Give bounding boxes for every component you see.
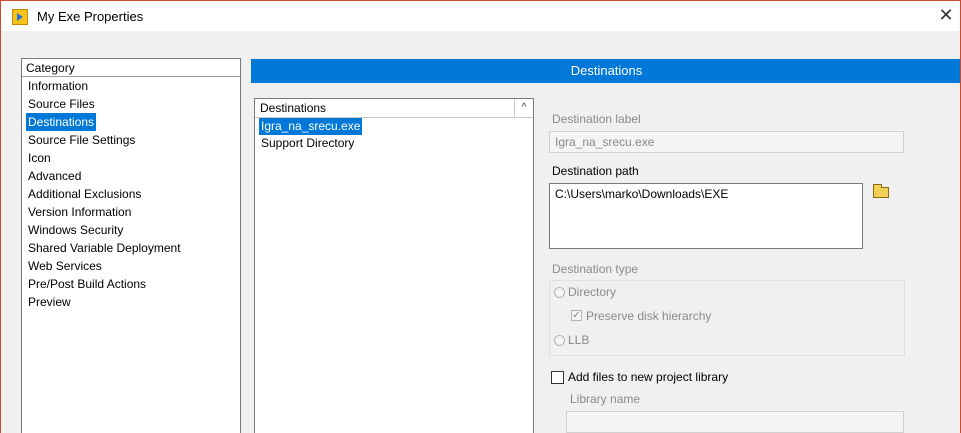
list-item: Windows Security bbox=[22, 221, 240, 239]
destinations-list[interactable]: Destinations ^ Igra_na_srecu.exe Support … bbox=[254, 98, 534, 433]
destination-path-caption: Destination path bbox=[552, 164, 639, 178]
category-item-preview[interactable]: Preview bbox=[26, 293, 240, 311]
category-list[interactable]: Category Information Source Files Destinat… bbox=[21, 58, 241, 433]
category-items: Information Source Files Destinations Sourc… bbox=[22, 77, 240, 311]
library-name-field[interactable] bbox=[566, 411, 904, 433]
add-files-label: Add files to new project library bbox=[568, 370, 729, 384]
close-button[interactable]: ✕ bbox=[934, 5, 958, 27]
category-header: Category bbox=[22, 59, 240, 77]
category-item-icon[interactable]: Icon bbox=[26, 149, 240, 167]
list-item: Destinations bbox=[22, 113, 240, 131]
radio-llb-label: LLB bbox=[568, 333, 590, 347]
list-item: Source Files bbox=[22, 95, 240, 113]
app-icon bbox=[12, 9, 28, 25]
list-item: Icon bbox=[22, 149, 240, 167]
title-bar: My Exe Properties ✕ bbox=[1, 1, 960, 31]
list-item: Igra_na_srecu.exe bbox=[255, 118, 533, 135]
destination-item-igra-na-srecu-exe[interactable]: Igra_na_srecu.exe bbox=[259, 118, 363, 135]
radio-directory[interactable] bbox=[554, 287, 565, 298]
category-item-source-file-settings[interactable]: Source File Settings bbox=[26, 131, 240, 149]
destinations-items: Igra_na_srecu.exe Support Directory bbox=[255, 118, 533, 152]
section-title-bar: Destinations bbox=[251, 59, 960, 83]
destination-label-field[interactable]: Igra_na_srecu.exe bbox=[549, 131, 904, 153]
destination-path-field[interactable]: C:\Users\marko\Downloads\EXE bbox=[549, 183, 863, 249]
list-item: Preview bbox=[22, 293, 240, 311]
category-item-advanced[interactable]: Advanced bbox=[26, 167, 240, 185]
destination-item-support-directory[interactable]: Support Directory bbox=[259, 135, 533, 152]
window-title: My Exe Properties bbox=[37, 9, 144, 24]
category-item-windows-security[interactable]: Windows Security bbox=[26, 221, 240, 239]
list-item: Additional Exclusions bbox=[22, 185, 240, 203]
destinations-list-header: Destinations bbox=[255, 99, 515, 118]
list-item: Support Directory bbox=[255, 135, 533, 152]
list-item: Advanced bbox=[22, 167, 240, 185]
radio-directory-label: Directory bbox=[568, 285, 617, 299]
radio-llb[interactable] bbox=[554, 335, 565, 346]
list-item: Version Information bbox=[22, 203, 240, 221]
category-item-additional-exclusions[interactable]: Additional Exclusions bbox=[26, 185, 240, 203]
properties-window: My Exe Properties ✕ Category Information… bbox=[0, 0, 961, 433]
category-item-source-files[interactable]: Source Files bbox=[26, 95, 240, 113]
category-item-information[interactable]: Information bbox=[26, 77, 240, 95]
browse-folder-button[interactable] bbox=[867, 183, 895, 203]
category-item-version-information[interactable]: Version Information bbox=[26, 203, 240, 221]
library-name-caption: Library name bbox=[570, 392, 641, 406]
list-item: Shared Variable Deployment bbox=[22, 239, 240, 257]
destination-label-caption: Destination label bbox=[552, 112, 641, 126]
scroll-up-button[interactable]: ^ bbox=[514, 99, 533, 118]
list-item: Pre/Post Build Actions bbox=[22, 275, 240, 293]
destination-type-caption: Destination type bbox=[552, 262, 639, 276]
category-item-web-services[interactable]: Web Services bbox=[26, 257, 240, 275]
list-item: Web Services bbox=[22, 257, 240, 275]
list-item: Source File Settings bbox=[22, 131, 240, 149]
category-item-shared-variable-deployment[interactable]: Shared Variable Deployment bbox=[26, 239, 240, 257]
category-item-pre-post-build-actions[interactable]: Pre/Post Build Actions bbox=[26, 275, 240, 293]
list-item: Information bbox=[22, 77, 240, 95]
add-files-checkbox[interactable] bbox=[551, 371, 564, 384]
open-folder-icon bbox=[873, 184, 889, 198]
category-item-destinations[interactable]: Destinations bbox=[26, 113, 97, 131]
preserve-hierarchy-label: Preserve disk hierarchy bbox=[586, 309, 712, 323]
preserve-hierarchy-checkbox[interactable]: ✓ bbox=[571, 310, 582, 321]
